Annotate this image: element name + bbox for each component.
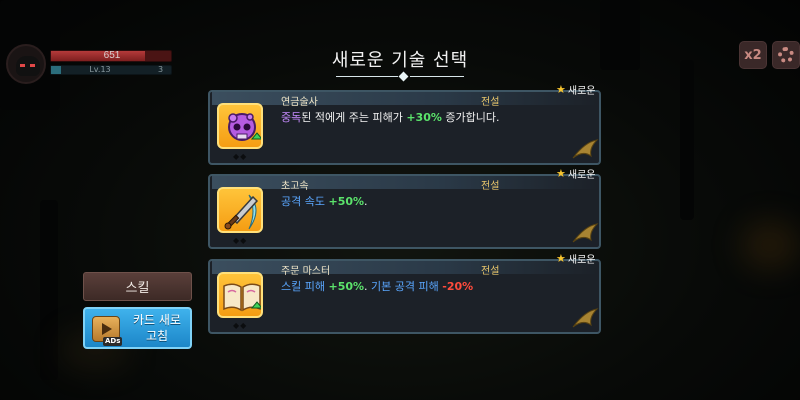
page-title: 새로운 기술 선택 xyxy=(331,50,469,71)
star-icon: ★ xyxy=(556,167,566,180)
tier-diamonds: ◆◆ xyxy=(233,321,248,330)
skill-button[interactable]: 스킬 xyxy=(83,272,192,301)
new-label: 새로운 xyxy=(567,255,596,266)
new-label: 새로운 xyxy=(567,86,596,97)
card-name: 주문 마스터 xyxy=(281,266,331,277)
ninja-face-icon xyxy=(16,56,40,76)
new-badge: ★ 새로운 xyxy=(556,82,595,97)
card-grade: 전설 xyxy=(481,181,500,192)
xp-value: 3 xyxy=(158,65,164,74)
card-description: 중독된 적에게 주는 피해가 +30% 증가합니다. xyxy=(281,109,499,125)
card-header xyxy=(212,176,597,189)
desc-segment: 중독 xyxy=(281,111,302,124)
skill-card-spell-master[interactable]: ◆◆ 주문 마스터 전설 ★ 새로운 스킬 피해 +50%. 기본 공격 피해 … xyxy=(208,252,601,334)
card-name: 연금술사 xyxy=(281,97,318,108)
skill-card-haste[interactable]: ◆◆ 초고속 전설 ★ 새로운 공격 속도 +50%. xyxy=(208,167,601,249)
card-name: 초고속 xyxy=(281,181,309,192)
tier-diamonds: ◆◆ xyxy=(233,236,248,245)
desc-segment: 기본 공격 피해 xyxy=(371,280,443,293)
tier-diamonds: ◆◆ xyxy=(233,152,248,161)
new-badge: ★ 새로운 xyxy=(556,166,595,181)
hp-value: 651 xyxy=(103,50,121,61)
skill-button-label: 스킬 xyxy=(125,281,150,296)
player-avatar xyxy=(6,44,46,84)
ads-label: ADs xyxy=(103,337,123,346)
card-description: 공격 속도 +50%. xyxy=(281,193,368,209)
desc-segment: +50% xyxy=(328,195,365,208)
desc-segment: . xyxy=(364,195,368,208)
title-divider-right xyxy=(410,76,464,77)
scythe-emblem-icon xyxy=(572,139,599,159)
card-grade: 전설 xyxy=(481,97,500,108)
hp-bar: 651 xyxy=(50,50,172,62)
scythe-emblem-icon xyxy=(572,223,599,243)
desc-segment: . xyxy=(364,280,372,293)
desc-segment: 공격 속도 xyxy=(281,195,329,208)
skill-card-alchemist[interactable]: ◆◆ 연금술사 전설 ★ 새로운 중독된 적에게 주는 피해가 +30% 증가합… xyxy=(208,83,601,165)
desc-segment: +30% xyxy=(406,111,442,124)
desc-segment: 증가합니다. xyxy=(441,111,500,124)
poison-skull-icon xyxy=(217,103,263,149)
speed-label: x2 xyxy=(744,47,762,63)
level-label: Lv.13 xyxy=(89,65,111,74)
gear-icon xyxy=(778,47,794,63)
star-icon: ★ xyxy=(556,252,566,265)
refresh-cards-button[interactable]: ADs 카드 새로 고침 xyxy=(83,307,192,349)
title-divider-left xyxy=(336,76,398,77)
refresh-label-line2: 고침 xyxy=(145,329,169,343)
settings-button[interactable] xyxy=(772,41,800,69)
card-grade: 전설 xyxy=(481,266,500,277)
spellbook-icon xyxy=(217,272,263,318)
card-header xyxy=(212,261,597,274)
refresh-label-line1: 카드 새로 xyxy=(133,313,181,327)
desc-segment: +50% xyxy=(328,280,365,293)
new-badge: ★ 새로운 xyxy=(556,251,595,266)
play-icon xyxy=(102,323,112,335)
refresh-button-label: 카드 새로 고침 xyxy=(125,312,189,344)
desc-segment: 스킬 피해 xyxy=(281,280,329,293)
speed-toggle-button[interactable]: x2 xyxy=(739,41,767,69)
star-icon: ★ xyxy=(556,83,566,96)
card-description: 스킬 피해 +50%. 기본 공격 피해 -20% xyxy=(281,278,473,294)
scythe-emblem-icon xyxy=(572,308,599,328)
card-header xyxy=(212,92,597,105)
sword-slash-icon xyxy=(217,187,263,233)
desc-segment: -20% xyxy=(442,280,474,293)
desc-segment: 된 적에게 주는 피해가 xyxy=(301,111,407,124)
new-label: 새로운 xyxy=(567,170,596,181)
ad-video-icon: ADs xyxy=(92,316,123,346)
